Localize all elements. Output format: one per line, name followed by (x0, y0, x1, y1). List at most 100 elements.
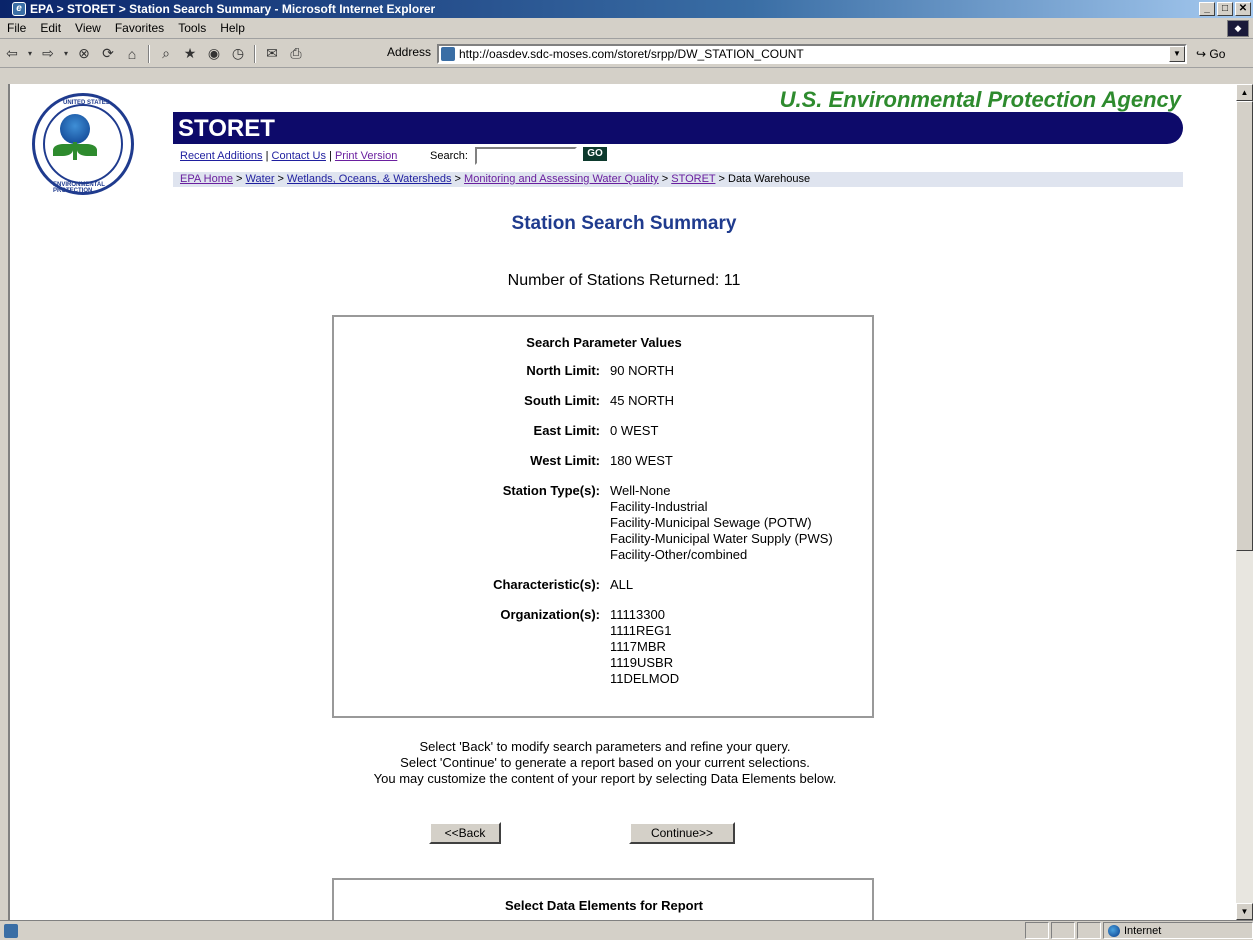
instructions: Select 'Back' to modify search parameter… (10, 739, 1200, 787)
scroll-up-icon[interactable]: ▲ (1236, 84, 1253, 101)
parameter-value: 11113300 (610, 607, 665, 622)
go-button[interactable]: ↪ Go (1196, 47, 1225, 61)
search-parameters-panel: Search Parameter Values North Limit: 90 N… (332, 315, 874, 718)
ie-icon: e (12, 2, 26, 16)
parameter-value: ALL (610, 577, 634, 592)
status-cell (1025, 922, 1049, 939)
search-input[interactable] (475, 147, 577, 165)
zone-label: Internet (1124, 924, 1162, 937)
search-label: Search: (430, 150, 468, 162)
parameter-value: 1111REG1 (610, 623, 672, 638)
menu-favorites[interactable]: Favorites (108, 21, 171, 35)
parameter-value: 0 WEST (610, 423, 659, 438)
print-icon[interactable]: ⎙ (285, 44, 307, 64)
menu-file[interactable]: File (0, 21, 33, 35)
parameter-values: Well-None Facility-Industrial Facility-Mun… (610, 483, 833, 563)
status-bar: Internet (0, 920, 1253, 940)
menu-edit[interactable]: Edit (33, 21, 68, 35)
parameters-header: Search Parameter Values (526, 335, 682, 350)
menu-view[interactable]: View (68, 21, 108, 35)
mail-icon[interactable]: ✉ (261, 44, 283, 64)
parameter-values: 0 WEST (610, 423, 658, 439)
forward-dropdown-icon[interactable]: ▾ (61, 44, 71, 64)
windows-flag-icon: ◆ (1227, 20, 1249, 37)
toolbar-separator (254, 44, 256, 63)
menu-tools[interactable]: Tools (171, 21, 213, 35)
history-icon[interactable]: ◷ (227, 44, 249, 64)
internet-globe-icon (1108, 924, 1120, 937)
address-url[interactable]: http://oasdev.sdc-moses.com/storet/srpp/… (459, 47, 804, 61)
breadcrumb-wetlands[interactable]: Wetlands, Oceans, & Watersheds (287, 173, 451, 185)
breadcrumb-sep: > (233, 173, 246, 185)
stop-icon[interactable]: ⊗ (73, 44, 95, 64)
parameter-value: Well-None (610, 483, 671, 498)
breadcrumb-sep: > (658, 173, 672, 185)
menu-bar: File Edit View Favorites Tools Help ◆ (0, 18, 1253, 39)
refresh-icon[interactable]: ⟳ (97, 44, 119, 64)
parameter-value: 180 WEST (610, 453, 673, 468)
window-titlebar: e EPA > STORET > Station Search Summary … (0, 0, 1253, 18)
address-bar[interactable]: http://oasdev.sdc-moses.com/storet/srpp/… (437, 44, 1187, 64)
parameter-value: Facility-Municipal Sewage (POTW) (610, 515, 812, 530)
top-nav: Recent Additions | Contact Us | Print Ve… (180, 150, 397, 162)
breadcrumb-current: Data Warehouse (728, 173, 811, 185)
go-button-label: Go (1209, 47, 1226, 61)
parameter-value: 45 NORTH (610, 393, 675, 408)
favorites-icon[interactable]: ★ (179, 44, 201, 64)
scroll-thumb[interactable] (1236, 101, 1253, 551)
breadcrumb-sep: > (715, 173, 728, 185)
breadcrumb-sep: > (451, 173, 465, 185)
maximize-button[interactable]: □ (1217, 2, 1233, 16)
toolbar-separator (148, 44, 150, 63)
parameter-label: Organization(s): (500, 607, 600, 622)
media-icon[interactable]: ◉ (203, 44, 225, 64)
program-title: STORET (178, 115, 275, 142)
contact-us-link[interactable]: Contact Us (272, 150, 326, 162)
breadcrumb: EPA Home > Water > Wetlands, Oceans, & W… (173, 172, 1183, 187)
recent-additions-link[interactable]: Recent Additions (180, 150, 263, 162)
nav-separator: | (325, 150, 335, 162)
print-version-link[interactable]: Print Version (335, 150, 397, 162)
search-go-button[interactable]: GO (583, 147, 607, 161)
search-icon[interactable]: ⌕ (155, 44, 177, 64)
agency-title: U.S. Environmental Protection Agency (779, 87, 1181, 112)
home-icon[interactable]: ⌂ (121, 44, 143, 64)
parameter-label: Station Type(s): (502, 483, 600, 498)
forward-icon[interactable]: ⇨ (37, 44, 59, 64)
close-button[interactable]: ✕ (1235, 2, 1251, 16)
back-button[interactable]: <<Back (429, 822, 501, 844)
epa-seal-logo: UNITED STATES ENVIRONMENTAL PROTECTION (32, 93, 134, 195)
breadcrumb-water[interactable]: Water (246, 173, 275, 185)
parameter-values: 45 NORTH (610, 393, 674, 409)
breadcrumb-epa-home[interactable]: EPA Home (180, 173, 233, 185)
status-cell (1077, 922, 1101, 939)
back-dropdown-icon[interactable]: ▾ (25, 44, 35, 64)
address-dropdown-icon[interactable]: ▼ (1169, 46, 1185, 62)
parameter-value: 1119USBR (610, 655, 674, 670)
menu-help[interactable]: Help (213, 21, 252, 35)
scroll-down-icon[interactable]: ▼ (1236, 903, 1253, 920)
continue-button[interactable]: Continue>> (629, 822, 735, 844)
minimize-button[interactable]: _ (1199, 2, 1215, 16)
page-icon (441, 47, 455, 61)
parameter-value: 1117MBR (610, 639, 666, 654)
parameter-value: Facility-Industrial (610, 499, 708, 514)
instruction-line: Select 'Continue' to generate a report b… (400, 755, 810, 770)
vertical-scrollbar[interactable]: ▲ ▼ (1236, 84, 1253, 920)
parameter-values: 90 NORTH (610, 363, 674, 379)
window-title: EPA > STORET > Station Search Summary - … (30, 2, 436, 16)
page-title: Station Search Summary (511, 213, 737, 234)
parameter-label: South Limit: (524, 393, 600, 408)
parameter-values: 11113300 1111REG1 1117MBR 1119USBR 11DELMOD (610, 607, 679, 687)
breadcrumb-storet[interactable]: STORET (671, 173, 715, 185)
breadcrumb-monitoring[interactable]: Monitoring and Assessing Water Quality (464, 173, 659, 185)
parameter-value: Facility-Other/combined (610, 547, 748, 562)
stations-count: Number of Stations Returned: 11 (507, 272, 741, 289)
parameter-label: East Limit: (533, 423, 600, 438)
parameter-values: 180 WEST (610, 453, 673, 469)
address-label: Address (387, 45, 432, 59)
parameter-values: ALL (610, 577, 633, 593)
page-status-icon (4, 923, 18, 938)
status-cell (1051, 922, 1075, 939)
back-icon[interactable]: ⇦ (1, 44, 23, 64)
